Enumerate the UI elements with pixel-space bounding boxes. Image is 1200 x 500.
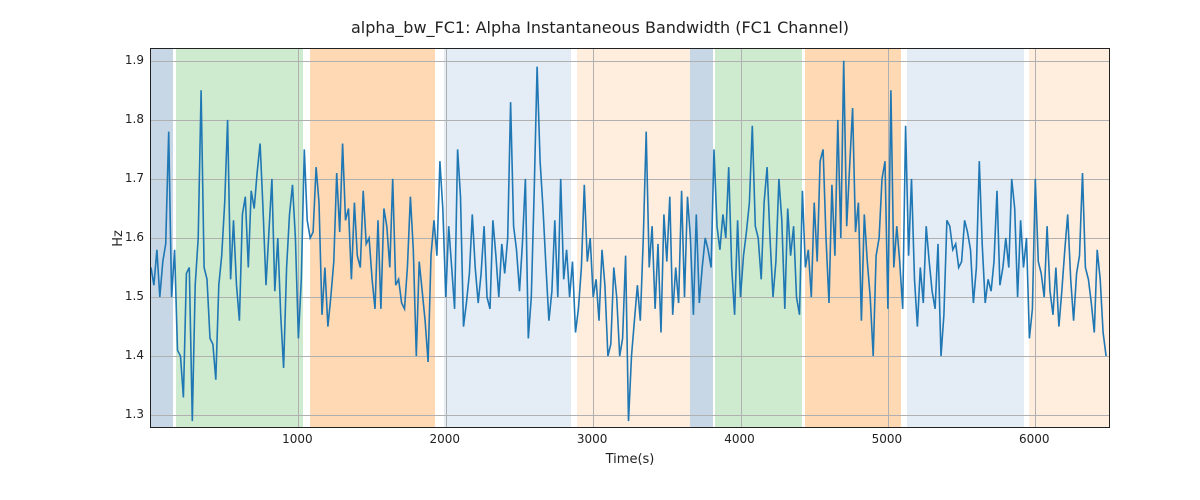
- y-tick-label: 1.8: [94, 112, 144, 126]
- y-tick-label: 1.6: [94, 230, 144, 244]
- x-tick-label: 3000: [577, 432, 608, 446]
- x-tick-label: 2000: [429, 432, 460, 446]
- figure: alpha_bw_FC1: Alpha Instantaneous Bandwi…: [0, 0, 1200, 500]
- y-tick-label: 1.3: [94, 407, 144, 421]
- y-tick-label: 1.5: [94, 289, 144, 303]
- line-series: [151, 49, 1109, 427]
- y-tick-label: 1.4: [94, 348, 144, 362]
- plot-area: [150, 48, 1110, 428]
- y-tick-label: 1.7: [94, 171, 144, 185]
- x-tick-label: 6000: [1019, 432, 1050, 446]
- x-axis-label: Time(s): [150, 452, 1110, 467]
- chart-title: alpha_bw_FC1: Alpha Instantaneous Bandwi…: [0, 18, 1200, 37]
- y-tick-label: 1.9: [94, 53, 144, 67]
- x-tick-label: 5000: [872, 432, 903, 446]
- x-tick-label: 4000: [724, 432, 755, 446]
- x-tick-label: 1000: [282, 432, 313, 446]
